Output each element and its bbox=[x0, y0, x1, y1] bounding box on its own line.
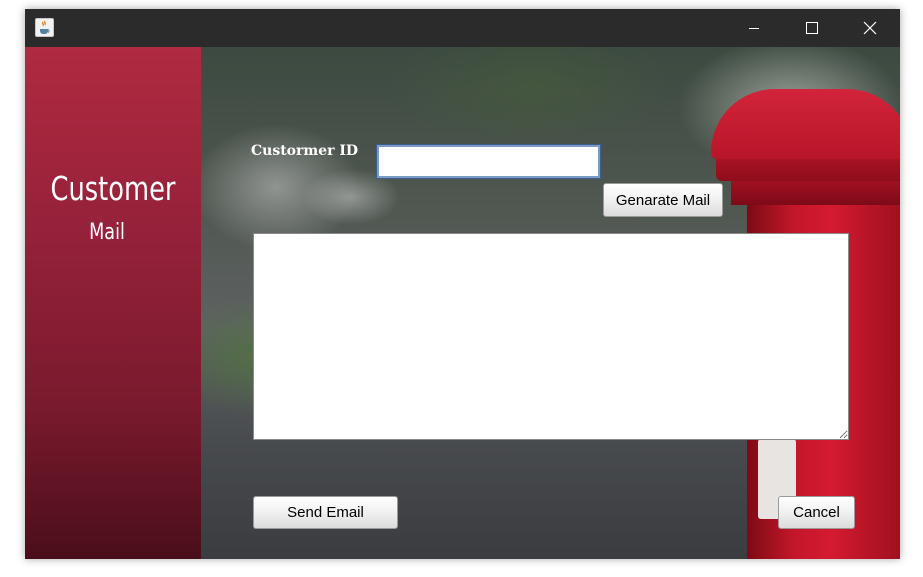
title-bar[interactable] bbox=[25, 9, 900, 47]
minimize-icon bbox=[749, 28, 759, 29]
mailbox-rim-lower bbox=[731, 179, 900, 205]
generate-mail-button[interactable]: Genarate Mail bbox=[603, 183, 723, 217]
application-window: Customer Mail Custormer ID Genarate Mail… bbox=[25, 9, 900, 559]
mailbox-cap bbox=[711, 89, 900, 159]
minimize-button[interactable] bbox=[725, 9, 783, 47]
sidebar-title: Customer bbox=[50, 169, 176, 208]
sidebar-panel: Customer Mail bbox=[25, 47, 201, 559]
sidebar-subtitle: Mail bbox=[89, 220, 125, 245]
customer-id-label: Custormer ID bbox=[251, 143, 359, 159]
close-icon bbox=[863, 21, 877, 35]
java-coffee-icon[interactable] bbox=[35, 18, 54, 37]
maximize-icon bbox=[806, 22, 818, 34]
cancel-button[interactable]: Cancel bbox=[778, 496, 855, 529]
main-panel: Custormer ID Genarate Mail Send Email Ca… bbox=[201, 47, 900, 559]
maximize-button[interactable] bbox=[783, 9, 841, 47]
customer-id-input[interactable] bbox=[376, 144, 601, 179]
mail-body-textarea[interactable] bbox=[253, 233, 849, 440]
send-email-button[interactable]: Send Email bbox=[253, 496, 398, 529]
close-button[interactable] bbox=[841, 9, 899, 47]
